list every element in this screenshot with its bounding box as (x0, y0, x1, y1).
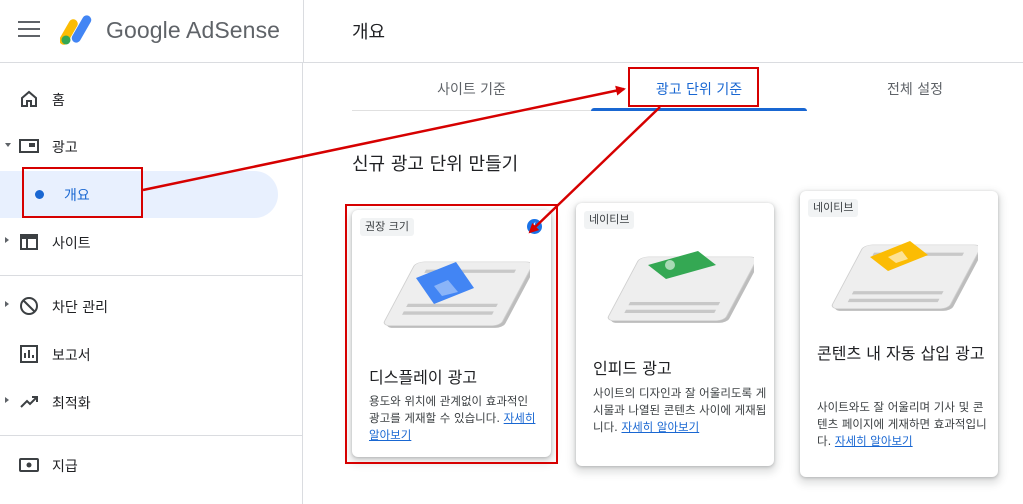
header-divider (303, 0, 304, 63)
brand-name: Google AdSense (106, 17, 280, 44)
flash-icon (527, 219, 542, 234)
chevron-down-icon[interactable] (5, 143, 11, 147)
tab-bar: 사이트 기준 광고 단위 기준 전체 설정 (352, 63, 1023, 111)
sidebar-item-overview[interactable]: 개요 (0, 171, 278, 218)
chevron-right-icon[interactable] (5, 301, 9, 307)
home-icon (21, 90, 37, 107)
chevron-right-icon[interactable] (5, 237, 9, 243)
sidebar-item-payments[interactable]: 지급 (0, 441, 302, 489)
native-chip: 네이티브 (584, 211, 635, 229)
sidebar-item-blocking[interactable]: 차단 관리 (0, 282, 302, 330)
sidebar-item-optimize[interactable]: 최적화 (0, 378, 302, 426)
sidebar: 홈 광고 개요 사이트 차단 관리 보고서 최적화 지급 (0, 63, 303, 504)
reports-icon (20, 345, 38, 363)
page-title: 개요 (352, 22, 386, 43)
card-description: 사이트와도 잘 어울리며 기사 및 콘텐츠 페이지에 게재하면 효과적입니다. … (817, 399, 992, 450)
sidebar-divider (0, 435, 302, 436)
tab-global-settings[interactable]: 전체 설정 (807, 63, 1023, 111)
brand-product: AdSense (186, 17, 281, 43)
learn-more-link[interactable]: 자세히 알아보기 (621, 420, 699, 434)
payments-icon (19, 458, 39, 472)
section-title: 신규 광고 단위 만들기 (352, 154, 519, 175)
sidebar-item-label: 개요 (64, 188, 90, 204)
card-description: 사이트의 디자인과 잘 어울리도록 게시물과 나열된 콘텐츠 사이에 게재됩니다… (593, 385, 768, 436)
tab-by-ad-unit[interactable]: 광고 단위 기준 (591, 63, 807, 111)
card-title: 디스플레이 광고 (369, 368, 478, 387)
tab-by-site[interactable]: 사이트 기준 (352, 63, 591, 111)
sidebar-item-sites[interactable]: 사이트 (0, 218, 302, 266)
card-title: 콘텐츠 내 자동 삽입 광고 (817, 344, 985, 363)
sidebar-item-label: 보고서 (52, 348, 91, 364)
recommended-chip: 권장 크기 (360, 218, 414, 236)
in-feed-illustration (607, 251, 754, 323)
display-ad-illustration (383, 261, 530, 328)
tab-active-indicator (591, 108, 807, 111)
sidebar-item-label: 차단 관리 (52, 300, 108, 316)
chevron-right-icon[interactable] (5, 397, 9, 403)
card-title: 인피드 광고 (593, 359, 672, 378)
card-in-article-ads[interactable]: 네이티브 콘텐츠 내 자동 삽입 광고 사이트와도 잘 어울리며 기사 및 콘텐… (800, 191, 998, 477)
in-article-illustration (831, 241, 978, 311)
brand-google: Google (106, 17, 181, 43)
sidebar-item-label: 사이트 (52, 236, 91, 252)
card-description: 용도와 위치에 관계없이 효과적인 광고를 게재할 수 있습니다. 자세히 알아… (369, 393, 541, 444)
sidebar-item-reports[interactable]: 보고서 (0, 330, 302, 378)
sidebar-divider (0, 275, 302, 276)
dot-icon (35, 190, 44, 199)
menu-icon[interactable] (18, 21, 40, 41)
card-in-feed-ads[interactable]: 네이티브 인피드 광고 사이트의 디자인과 잘 어울리도록 게시물과 나열된 콘… (576, 203, 774, 466)
sidebar-item-ads[interactable]: 광고 (0, 122, 302, 170)
sidebar-item-label: 광고 (52, 140, 78, 156)
ads-icon (19, 139, 39, 153)
trending-up-icon (20, 396, 38, 408)
card-display-ads[interactable]: 권장 크기 디스플레이 광고 용도와 위치에 관계없이 효과적인 광고를 게재할… (352, 210, 551, 457)
app-header: Google AdSense 개요 (0, 0, 1023, 63)
sites-icon (20, 234, 38, 250)
sidebar-item-label: 지급 (52, 459, 78, 475)
block-icon (20, 297, 38, 315)
sidebar-item-home[interactable]: 홈 (0, 75, 302, 123)
sidebar-item-label: 최적화 (52, 396, 91, 412)
adsense-logo (60, 15, 92, 45)
sidebar-item-label: 홈 (52, 93, 65, 109)
native-chip: 네이티브 (808, 199, 859, 217)
learn-more-link[interactable]: 자세히 알아보기 (835, 434, 913, 448)
